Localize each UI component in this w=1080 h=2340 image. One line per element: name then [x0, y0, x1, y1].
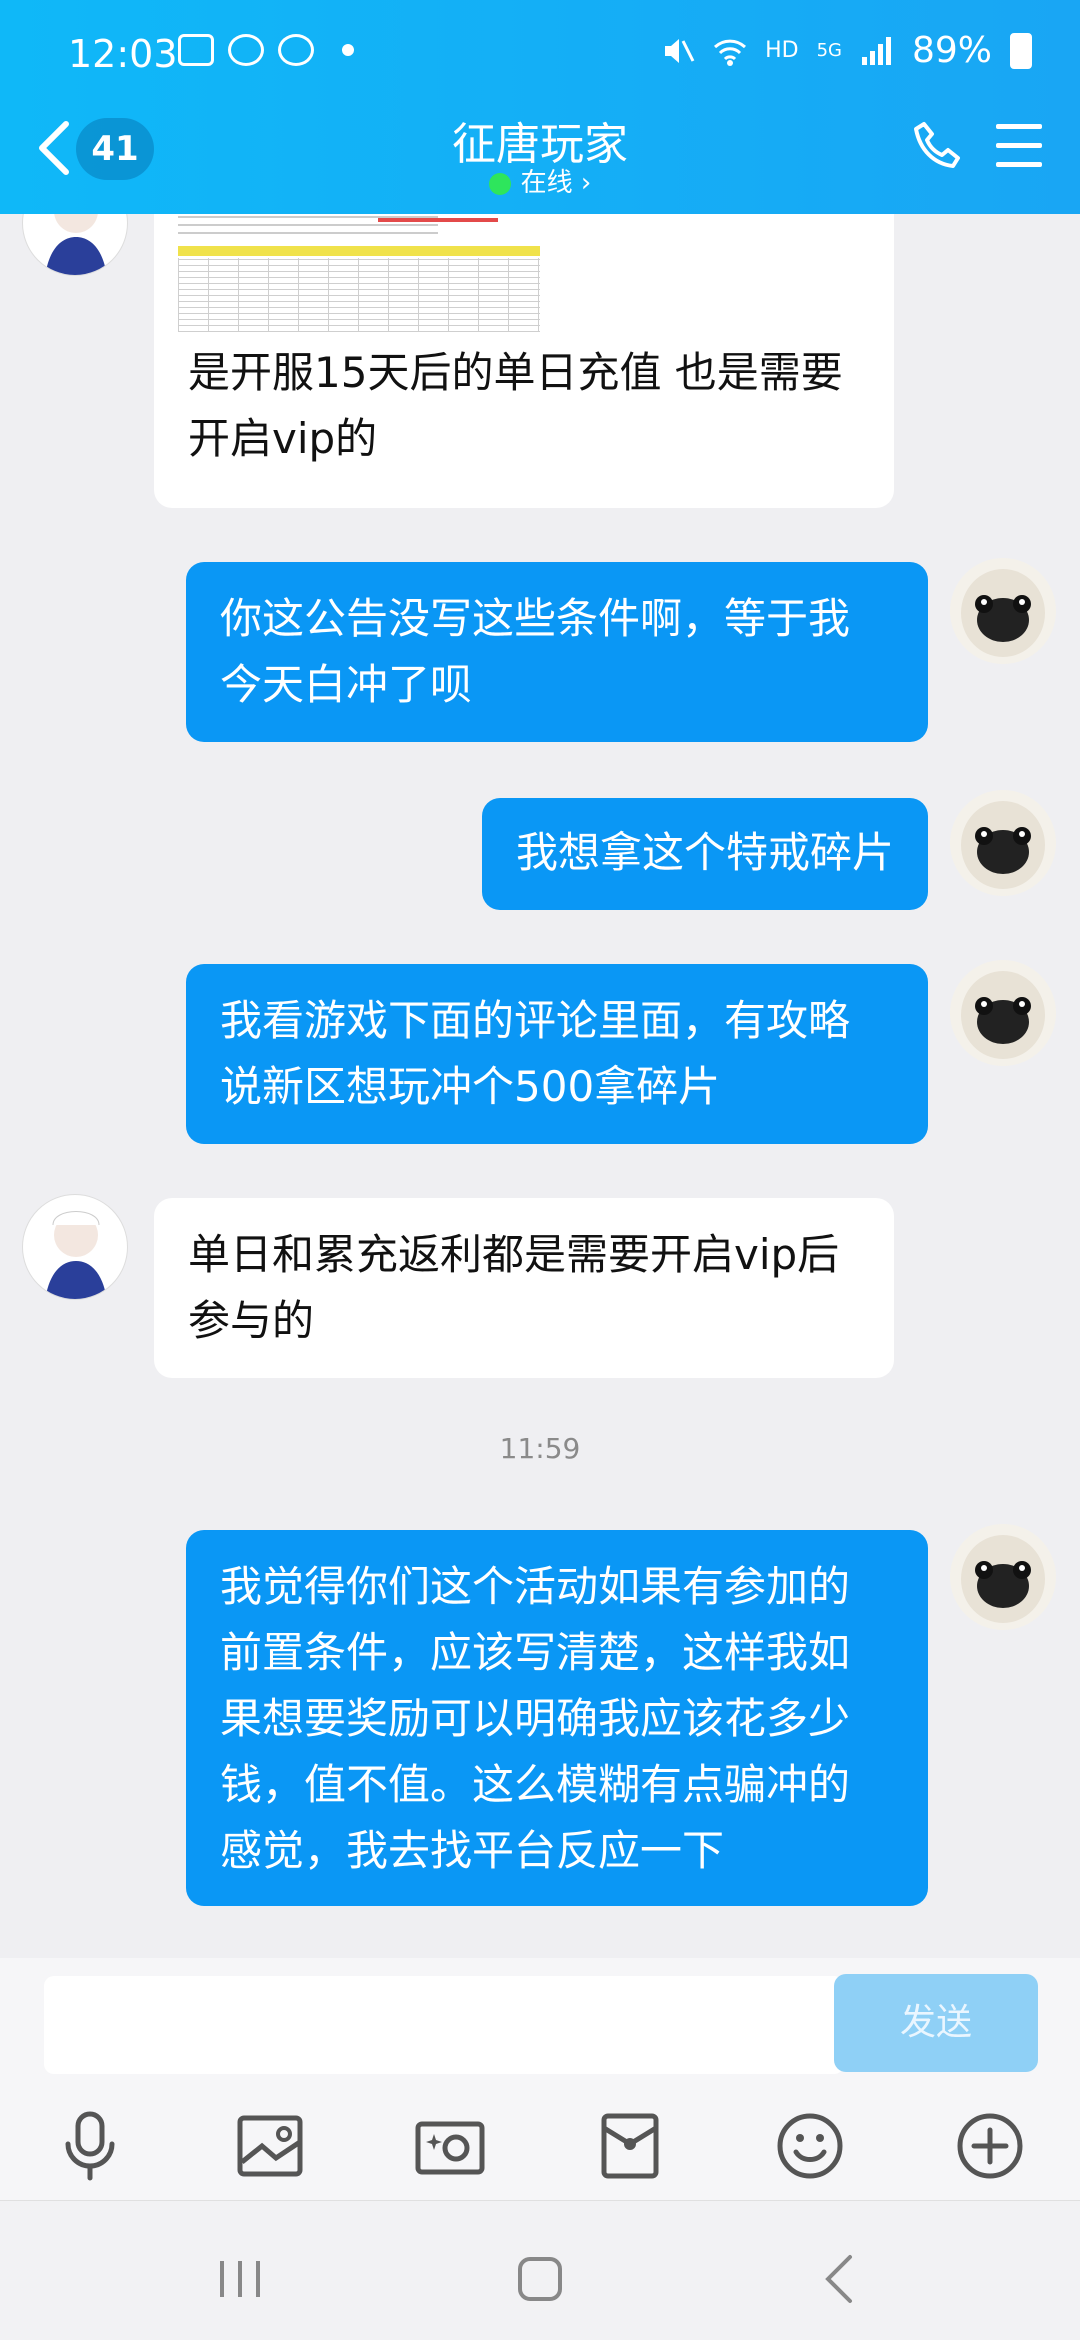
- message-bubble-outgoing[interactable]: 我想拿这个特戒碎片: [482, 798, 928, 910]
- my-avatar[interactable]: [950, 960, 1056, 1066]
- wifi-icon: [714, 39, 747, 66]
- message-text-line: 说新区想玩冲个500拿碎片: [220, 1062, 721, 1111]
- microphone-icon[interactable]: [50, 2106, 130, 2186]
- mute-icon: [665, 38, 695, 63]
- image-table-header: [178, 246, 540, 256]
- message-text-line: 是开服15天后的单日充值 也是需要: [188, 348, 843, 397]
- chat-messages[interactable]: 是开服15天后的单日充值 也是需要 开启vip的 你这公告没写这些条件啊，等于我…: [0, 214, 1080, 1958]
- status-right: HD 5G 89%: [661, 30, 1032, 71]
- battery-icon: [1010, 32, 1032, 69]
- message-timestamp: 11:59: [499, 1432, 581, 1465]
- avatar-girl-icon: [45, 1211, 107, 1299]
- status-time: 12:03: [68, 32, 178, 76]
- my-avatar[interactable]: [950, 558, 1056, 664]
- message-bubble-outgoing[interactable]: 我看游戏下面的评论里面，有攻略 说新区想玩冲个500拿碎片: [186, 964, 928, 1144]
- message-text-line: 我看游戏下面的评论里面，有攻略: [220, 996, 851, 1045]
- message-bubble-incoming[interactable]: 单日和累充返利都是需要开启vip后 参与的: [154, 1198, 894, 1378]
- phone-icon[interactable]: [910, 118, 966, 174]
- wechat-notification-icon: [228, 34, 264, 66]
- battery-text: 89%: [911, 30, 992, 71]
- contact-avatar[interactable]: [22, 214, 128, 276]
- message-text-line: 果想要奖励可以明确我应该花多少: [220, 1694, 851, 1743]
- message-text-line: 我想拿这个特戒碎片: [516, 828, 895, 877]
- image-red-text: [378, 218, 498, 222]
- gallery-notification-icon: [178, 34, 214, 66]
- send-button[interactable]: 发送: [834, 1974, 1038, 2072]
- avatar-pug-icon: [961, 971, 1045, 1059]
- emoji-icon[interactable]: [770, 2106, 850, 2186]
- message-bubble-outgoing[interactable]: 你这公告没写这些条件啊，等于我 今天白冲了呗: [186, 562, 928, 742]
- network-label: HD: [765, 38, 799, 63]
- avatar-girl-icon: [45, 214, 107, 275]
- message-bubble-incoming[interactable]: 是开服15天后的单日充值 也是需要 开启vip的: [154, 214, 894, 508]
- chat-header: 12:03 HD 5G 89% 41 征唐玩家 在线 ›: [0, 0, 1080, 214]
- input-toolbar: [0, 2106, 1080, 2206]
- status-bar: 12:03 HD 5G 89%: [0, 22, 1080, 82]
- contact-avatar[interactable]: [22, 1194, 128, 1300]
- message-text-line: 钱，值不值。这么模糊有点骗冲的: [220, 1760, 851, 1809]
- image-icon[interactable]: [230, 2106, 310, 2186]
- recent-apps-icon[interactable]: [210, 2249, 270, 2309]
- avatar-pug-icon: [961, 1535, 1045, 1623]
- my-avatar[interactable]: [950, 1524, 1056, 1630]
- message-text-line: 单日和累充返利都是需要开启vip后: [188, 1230, 840, 1279]
- avatar-pug-icon: [961, 801, 1045, 889]
- back-nav-icon[interactable]: [810, 2249, 870, 2309]
- menu-icon[interactable]: [996, 124, 1042, 168]
- message-input[interactable]: [44, 1976, 844, 2074]
- message-text-line: 参与的: [188, 1296, 315, 1345]
- online-status-label: 在线 ›: [520, 168, 592, 198]
- avatar-pug-icon: [961, 569, 1045, 657]
- message-text-line: 开启vip的: [188, 414, 378, 463]
- red-packet-icon[interactable]: [590, 2106, 670, 2186]
- online-dot-icon: [488, 172, 511, 195]
- notification-icons: [178, 34, 354, 66]
- image-table-rows: [178, 258, 540, 332]
- wechat-notification-icon-2: [278, 34, 314, 66]
- camera-icon[interactable]: [410, 2106, 490, 2186]
- my-avatar[interactable]: [950, 790, 1056, 896]
- home-icon[interactable]: [510, 2249, 570, 2309]
- signal-icon: [861, 36, 891, 65]
- more-notifications-icon: [342, 44, 354, 56]
- message-text-line: 感觉，我去找平台反应一下: [220, 1826, 725, 1875]
- message-text-line: 前置条件，应该写清楚，这样我如: [220, 1628, 851, 1677]
- plus-icon[interactable]: [950, 2106, 1030, 2186]
- message-text-line: 你这公告没写这些条件啊，等于我: [220, 594, 851, 643]
- image-text: [178, 214, 438, 234]
- message-text-line: 今天白冲了呗: [220, 660, 473, 709]
- announcement-image[interactable]: [178, 214, 540, 334]
- signal-label: 5G: [816, 40, 842, 61]
- system-nav-bar: [0, 2200, 1080, 2340]
- message-text-line: 我觉得你们这个活动如果有参加的: [220, 1562, 851, 1611]
- message-bubble-outgoing[interactable]: 我觉得你们这个活动如果有参加的 前置条件，应该写清楚，这样我如 果想要奖励可以明…: [186, 1530, 928, 1906]
